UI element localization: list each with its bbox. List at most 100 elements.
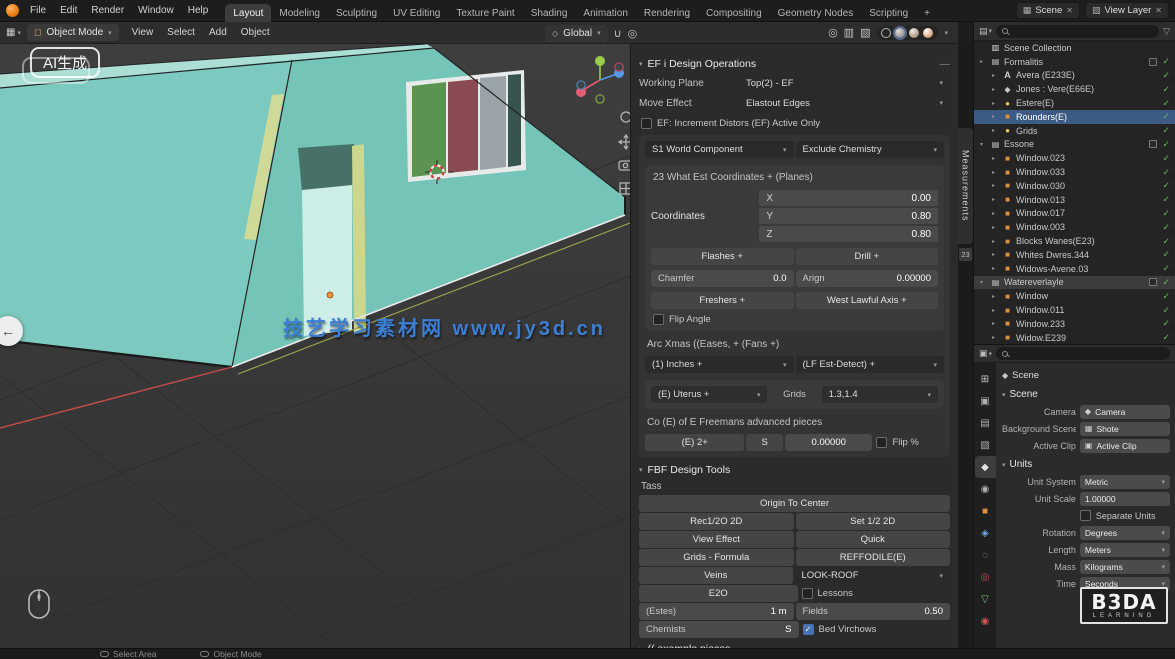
menu-window[interactable]: Window: [131, 3, 181, 18]
op-field-arign[interactable]: Arign0.00000: [796, 270, 939, 287]
outliner-row-window-233[interactable]: ▸■Window.233✓: [974, 317, 1175, 331]
workspace-tab-sculpting[interactable]: Sculpting: [328, 4, 385, 22]
op-button-veins[interactable]: Veins: [639, 567, 793, 584]
outliner-row-grids[interactable]: ▸●Grids✓: [974, 124, 1175, 138]
op-check-ef-increment-distors-ef-active-only[interactable]: EF: Increment Distors (EF) Active Only: [639, 114, 950, 132]
close-icon[interactable]: ✕: [1155, 6, 1162, 15]
viewport-menu-object[interactable]: Object: [234, 25, 277, 40]
disclosure-icon[interactable]: ▸: [992, 307, 999, 314]
scene-selector[interactable]: ▦ Scene ✕: [1016, 2, 1080, 19]
prop-checkbox-row[interactable]: Separate Units: [1080, 510, 1170, 521]
disclosure-icon[interactable]: ▸: [980, 58, 987, 65]
visibility-check-icon[interactable]: ✓: [1162, 98, 1170, 109]
shading-rendered-icon[interactable]: [923, 28, 933, 38]
disclosure-icon[interactable]: ▸: [992, 127, 999, 134]
snap-magnet-icon[interactable]: ∪: [614, 27, 622, 40]
op-button-freshers[interactable]: Freshers +: [651, 292, 794, 309]
properties-tab-constraints[interactable]: ◎: [975, 566, 996, 588]
outliner-row-window-011[interactable]: ▸■Window.011✓: [974, 303, 1175, 317]
properties-tab-world[interactable]: ◉: [975, 478, 996, 500]
workspace-tab-layout[interactable]: Layout: [225, 4, 271, 22]
filter-icon[interactable]: ▽: [1163, 26, 1170, 37]
outliner-row-window-013[interactable]: ▸■Window.013✓: [974, 193, 1175, 207]
xray-toggle-icon[interactable]: ▧: [860, 26, 870, 39]
disclosure-icon[interactable]: ▸: [992, 320, 999, 327]
op-field-estes[interactable]: (Estes)1 m: [639, 603, 794, 620]
op-value-field[interactable]: 0.00000: [785, 434, 872, 451]
outliner-row-avera-e233e[interactable]: ▸AAvera (E233E)✓: [974, 69, 1175, 83]
disclosure-icon[interactable]: ▸: [992, 251, 999, 258]
outliner-row-window[interactable]: ▸■Window✓: [974, 289, 1175, 303]
close-icon[interactable]: ✕: [1066, 6, 1073, 15]
prop-field-length[interactable]: Meters▾: [1080, 543, 1170, 557]
disclosure-icon[interactable]: ▸: [992, 155, 999, 162]
properties-tab-material[interactable]: ◉: [975, 610, 996, 632]
visibility-check-icon[interactable]: ✓: [1162, 84, 1170, 95]
editor-type-icon[interactable]: ▦▾: [6, 27, 21, 38]
disclosure-icon[interactable]: ▸: [992, 265, 999, 272]
outliner-search[interactable]: [996, 25, 1159, 38]
properties-tab-scene[interactable]: ◆: [975, 456, 996, 478]
visibility-check-icon[interactable]: ✓: [1162, 111, 1170, 122]
op-field-chamfer[interactable]: Chamfer0.0: [651, 270, 794, 287]
outliner-row-whites-dwres-344[interactable]: ▸■Whites Dwres.344✓: [974, 248, 1175, 262]
visibility-check-icon[interactable]: ✓: [1162, 56, 1170, 67]
disclosure-icon[interactable]: ▸: [992, 196, 999, 203]
visibility-check-icon[interactable]: ✓: [1162, 263, 1170, 274]
outliner-search-input[interactable]: [1012, 26, 1153, 36]
gizmo-axis-y[interactable]: [595, 56, 605, 66]
op-button-origin-to-center[interactable]: Origin To Center: [639, 495, 950, 512]
exclude-checkbox-icon[interactable]: [1149, 58, 1157, 66]
workspace-tab-scripting[interactable]: Scripting: [861, 4, 916, 22]
visibility-check-icon[interactable]: ✓: [1162, 139, 1170, 150]
op-dropdown-exclude-chemistry[interactable]: Exclude Chemistry▾: [796, 141, 945, 158]
visibility-check-icon[interactable]: ✓: [1162, 153, 1170, 164]
op-button-s[interactable]: S: [746, 434, 783, 451]
shading-material-icon[interactable]: [909, 28, 919, 38]
op-button-rec1-2o-2d[interactable]: Rec1/2O 2D: [639, 513, 794, 530]
section-header-scene[interactable]: ▾Scene: [1002, 386, 1170, 403]
prop-field-unit-system[interactable]: Metric▾: [1080, 475, 1170, 489]
op-dropdown-1-inches[interactable]: (1) Inches +▾: [645, 356, 794, 373]
outliner-row-blocks-wanes-e23[interactable]: ▸■Blocks Wanes(E23)✓: [974, 234, 1175, 248]
properties-search[interactable]: [996, 347, 1170, 360]
op-dropdown-lf-est-detect[interactable]: (LF Est-Detect) +▾: [796, 356, 945, 373]
menu-render[interactable]: Render: [84, 3, 131, 18]
op-check-flip[interactable]: Flip %: [874, 434, 944, 451]
outliner-row-window-017[interactable]: ▸■Window.017✓: [974, 207, 1175, 221]
properties-tab-object-data[interactable]: ▽: [975, 588, 996, 610]
outliner-row-widow-e239[interactable]: ▸■Widow.E239✓: [974, 331, 1175, 345]
outliner-row-estere-e[interactable]: ▸●Estere(E)✓: [974, 96, 1175, 110]
gizmo-axis-y-neg[interactable]: [596, 95, 604, 103]
viewport-menu-select[interactable]: Select: [160, 25, 202, 40]
overlays-toggle-icon[interactable]: ▥: [844, 26, 854, 39]
outliner-row-window-030[interactable]: ▸■Window.030✓: [974, 179, 1175, 193]
op-check-bed-virchows[interactable]: ✓Bed Virchows: [801, 621, 951, 638]
op-button-grids-formula[interactable]: Grids - Formula: [639, 549, 794, 566]
visibility-check-icon[interactable]: ✓: [1162, 208, 1170, 219]
properties-tab-tool[interactable]: ⊞: [975, 368, 996, 390]
workspace-tab-rendering[interactable]: Rendering: [636, 4, 698, 22]
visibility-check-icon[interactable]: ✓: [1162, 70, 1170, 81]
prop-field-unit-scale[interactable]: 1.00000: [1080, 492, 1170, 506]
visibility-check-icon[interactable]: ✓: [1162, 236, 1170, 247]
visibility-check-icon[interactable]: ✓: [1162, 249, 1170, 260]
workspace-tab-modeling[interactable]: Modeling: [271, 4, 328, 22]
view-layer-selector[interactable]: ▧ View Layer ✕: [1085, 2, 1169, 19]
op-button-west-lawful-axis[interactable]: West Lawful Axis +: [796, 292, 939, 309]
disclosure-icon[interactable]: ▸: [992, 224, 999, 231]
workspace-tab-compositing[interactable]: Compositing: [698, 4, 770, 22]
op-button-drill[interactable]: Drill +: [796, 248, 939, 265]
blender-logo-icon[interactable]: [6, 4, 19, 17]
panel-header-ef-i-design-operations[interactable]: ▾EF i Design Operations—: [639, 54, 950, 73]
panel-header-example-pieces[interactable]: ▸(( example pieces: [639, 639, 950, 648]
checkbox-icon[interactable]: [876, 437, 887, 448]
gizmo-toggle-icon[interactable]: ◎: [828, 26, 838, 39]
prop-field-mass[interactable]: Kilograms▾: [1080, 560, 1170, 574]
properties-tab-object[interactable]: ■: [975, 500, 996, 522]
outliner-row-scene-collection[interactable]: ▥Scene Collection: [974, 41, 1175, 55]
transform-orientation-dropdown[interactable]: ◇ Global ▾: [545, 25, 608, 42]
prop-field-active-clip[interactable]: ▣Active Clip: [1080, 439, 1170, 453]
visibility-check-icon[interactable]: ✓: [1162, 277, 1170, 288]
op-dropdown-1-3-1-4[interactable]: 1.3,1.4▾: [822, 386, 938, 403]
